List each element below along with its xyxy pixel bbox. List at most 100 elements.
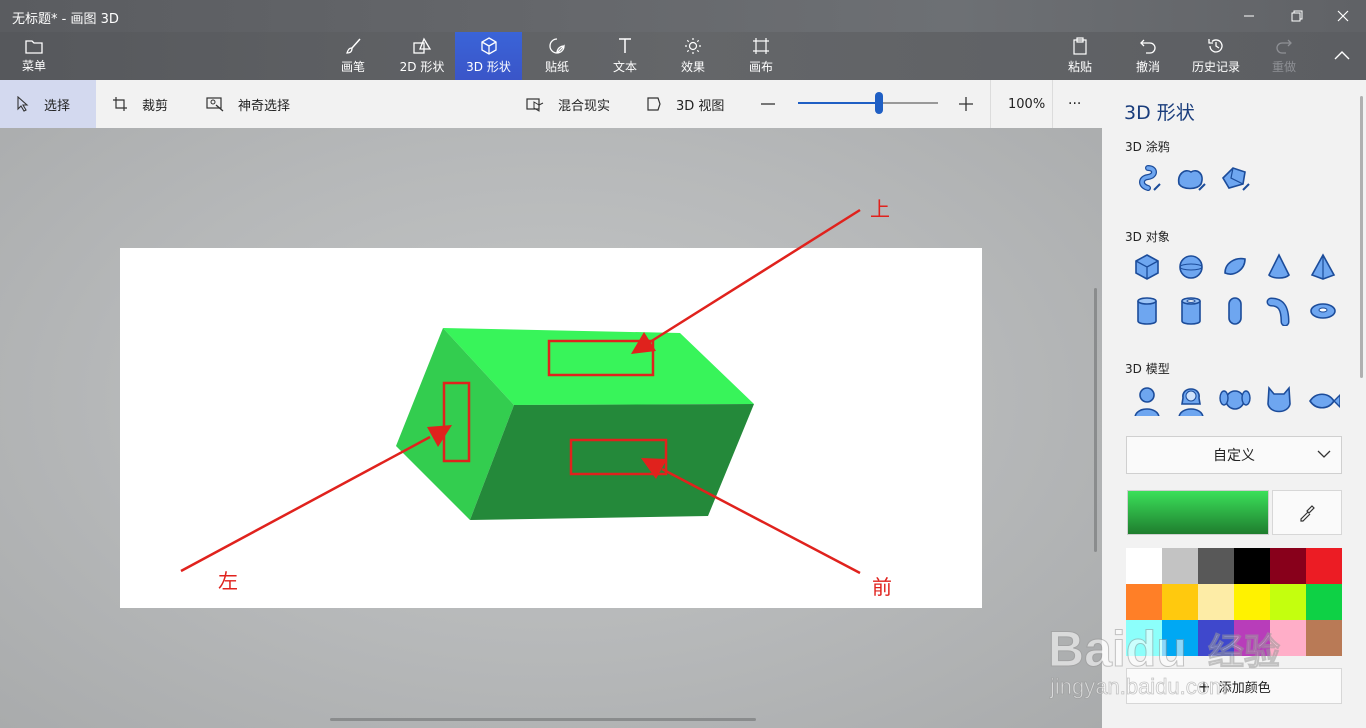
3d-view-button[interactable]: 3D 视图 — [646, 80, 724, 128]
close-icon — [1337, 10, 1349, 22]
color-swatch[interactable] — [1126, 584, 1162, 620]
tab-2d-shapes[interactable]: 2D 形状 — [394, 32, 450, 80]
tab-2d-shapes-label: 2D 形状 — [399, 60, 445, 74]
title-bar: 无标题* - 画图 3D — [0, 0, 1366, 32]
color-swatch[interactable] — [1126, 620, 1162, 656]
color-swatch[interactable] — [1270, 548, 1306, 584]
divider — [990, 80, 991, 128]
zoom-percent[interactable]: 100% — [1008, 80, 1045, 128]
mixed-reality-icon — [526, 98, 544, 112]
drawing-canvas[interactable] — [120, 248, 982, 608]
crop-label: 裁剪 — [142, 98, 169, 114]
objects-section-title: 3D 对象 — [1125, 230, 1170, 244]
text-icon — [619, 38, 631, 53]
color-swatch[interactable] — [1234, 584, 1270, 620]
hemisphere-shape-icon[interactable] — [1216, 248, 1254, 286]
sphere-shape-icon[interactable] — [1172, 248, 1210, 286]
tube-doodle-icon[interactable] — [1128, 160, 1166, 198]
undo-button[interactable]: 撤消 — [1126, 32, 1170, 80]
cylinder-shape-icon[interactable] — [1128, 292, 1166, 330]
eyedropper-icon — [1300, 504, 1315, 522]
tab-3d-shapes[interactable]: 3D 形状 — [455, 32, 522, 80]
zoom-out-button[interactable] — [760, 80, 790, 128]
color-swatch[interactable] — [1126, 548, 1162, 584]
select-label: 选择 — [44, 98, 71, 114]
horizontal-scrollbar[interactable] — [330, 718, 756, 721]
undo-label: 撤消 — [1135, 60, 1160, 74]
woman-model-icon[interactable] — [1172, 382, 1210, 416]
crop-button[interactable]: 裁剪 — [112, 80, 168, 128]
magic-select-label: 神奇选择 — [238, 98, 291, 114]
color-swatch[interactable] — [1198, 620, 1234, 656]
color-swatch[interactable] — [1306, 584, 1342, 620]
paste-label: 粘贴 — [1067, 60, 1092, 74]
color-swatch[interactable] — [1234, 548, 1270, 584]
color-swatch[interactable] — [1198, 548, 1234, 584]
canvas-icon — [753, 38, 769, 54]
redo-button[interactable]: 重做 — [1262, 32, 1306, 80]
window-title: 无标题* - 画图 3D — [12, 12, 119, 27]
redo-icon — [1276, 39, 1292, 54]
label-top: 上 — [870, 197, 890, 221]
tab-brushes[interactable]: 画笔 — [330, 32, 376, 80]
history-icon — [1208, 39, 1223, 53]
mixed-reality-button[interactable]: 混合现实 — [526, 80, 610, 128]
eyedropper-button[interactable] — [1272, 490, 1342, 535]
folder-icon — [25, 40, 43, 54]
color-swatch[interactable] — [1162, 584, 1198, 620]
tab-text[interactable]: 文本 — [602, 32, 648, 80]
color-swatch[interactable] — [1306, 620, 1342, 656]
zoom-in-button[interactable] — [958, 80, 988, 128]
color-swatch[interactable] — [1270, 584, 1306, 620]
close-button[interactable] — [1320, 0, 1366, 32]
vertical-scrollbar[interactable] — [1094, 288, 1097, 552]
redo-label: 重做 — [1271, 60, 1296, 74]
brush-icon — [346, 38, 361, 54]
menu-button[interactable]: 菜单 — [10, 32, 58, 80]
magic-select-button[interactable]: 神奇选择 — [206, 80, 290, 128]
tab-canvas[interactable]: 画布 — [738, 32, 784, 80]
minimize-button[interactable] — [1226, 0, 1272, 32]
color-swatch[interactable] — [1162, 620, 1198, 656]
soft-edge-doodle-icon[interactable] — [1172, 160, 1210, 198]
collapse-ribbon-button[interactable] — [1322, 32, 1362, 80]
cat-model-icon[interactable] — [1260, 382, 1298, 416]
dog-model-icon[interactable] — [1216, 382, 1254, 416]
tab-stickers[interactable]: 贴纸 — [534, 32, 580, 80]
color-swatch[interactable] — [1198, 584, 1234, 620]
history-button[interactable]: 历史记录 — [1186, 32, 1246, 80]
man-model-icon[interactable] — [1128, 382, 1166, 416]
donut-shape-icon[interactable] — [1304, 292, 1342, 330]
tab-effects[interactable]: 效果 — [670, 32, 716, 80]
divider — [1052, 80, 1053, 128]
crop-icon — [113, 97, 127, 111]
paste-button[interactable]: 粘贴 — [1058, 32, 1102, 80]
sharp-edge-doodle-icon[interactable] — [1216, 160, 1254, 198]
color-swatch[interactable] — [1234, 620, 1270, 656]
tool-bar: 选择 裁剪 神奇选择 混合现实 3D 视图 100% ··· — [0, 80, 1102, 128]
zoom-slider[interactable] — [798, 92, 938, 114]
color-swatch[interactable] — [1306, 548, 1342, 584]
color-swatch[interactable] — [1162, 548, 1198, 584]
current-color-swatch[interactable] — [1127, 490, 1269, 535]
capsule-shape-icon[interactable] — [1216, 292, 1254, 330]
fish-model-icon[interactable] — [1304, 382, 1342, 416]
more-button[interactable]: ··· — [1068, 80, 1081, 128]
3d-view-icon — [647, 97, 661, 111]
tube-shape-icon[interactable] — [1172, 292, 1210, 330]
color-swatch[interactable] — [1270, 620, 1306, 656]
add-color-button[interactable]: + 添加颜色 — [1126, 668, 1342, 704]
zoom-slider-thumb[interactable] — [875, 92, 884, 114]
select-button[interactable]: 选择 — [0, 80, 96, 128]
plus-icon — [959, 97, 973, 111]
label-front: 前 — [872, 575, 892, 599]
material-dropdown[interactable]: 自定义 — [1126, 436, 1342, 474]
curved-tube-shape-icon[interactable] — [1260, 292, 1298, 330]
cone-shape-icon[interactable] — [1260, 248, 1298, 286]
cube-shape-icon[interactable] — [1128, 248, 1166, 286]
cube-icon — [480, 37, 497, 55]
ribbon: 菜单 画笔 2D 形状 3D 形状 贴纸 文本 效果 画布 粘贴 撤消 历史记录 — [0, 32, 1366, 80]
panel-scrollbar[interactable] — [1360, 96, 1363, 378]
restore-button[interactable] — [1274, 0, 1320, 32]
pyramid-shape-icon[interactable] — [1304, 248, 1342, 286]
